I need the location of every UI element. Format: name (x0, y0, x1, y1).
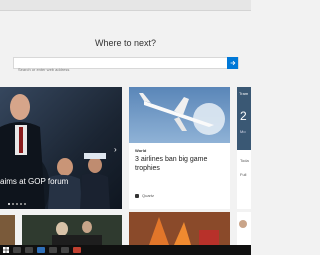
news-source: Quartz (135, 193, 154, 198)
carousel-dot[interactable] (24, 203, 26, 205)
carousel-dots[interactable] (8, 203, 26, 205)
airplane-photo (129, 87, 230, 143)
carousel-dot[interactable] (20, 203, 22, 205)
carousel-dot[interactable] (8, 203, 10, 205)
weather-temp: 2 (240, 109, 247, 123)
source-logo-icon (135, 193, 139, 198)
bottom-tile-3[interactable] (129, 212, 230, 245)
taskbar-app-icon[interactable] (13, 247, 21, 253)
search-button[interactable] (227, 57, 238, 69)
taskbar-app-icon[interactable] (37, 247, 45, 253)
news-source-label: Quartz (142, 193, 155, 198)
news-category: World (135, 148, 147, 153)
carousel-next-icon[interactable]: › (114, 145, 117, 154)
news-tile[interactable]: World 3 airlines ban big game trophies Q… (129, 87, 230, 209)
bottom-tile-2[interactable] (22, 215, 122, 245)
search-input[interactable] (14, 64, 223, 75)
taskbar-app-icon[interactable] (73, 247, 81, 253)
news-headline[interactable]: 3 airlines ban big game trophies (135, 155, 227, 173)
carousel-dot[interactable] (12, 203, 14, 205)
taskbar (0, 245, 251, 255)
carousel-dot[interactable] (16, 203, 18, 205)
windows-start-icon[interactable] (3, 247, 9, 253)
taskbar-app-icon[interactable] (61, 247, 69, 253)
forecast-full: Full (240, 172, 247, 177)
bottom-tile-1[interactable] (0, 215, 15, 245)
taskbar-app-icon[interactable] (49, 247, 57, 253)
hero-news-tile[interactable]: aims at GOP forum › (0, 87, 122, 209)
browser-top-bar (0, 0, 251, 11)
bottom-tile-4[interactable] (237, 212, 251, 245)
arrow-right-icon (230, 60, 235, 66)
hero-photo (0, 87, 122, 209)
hero-caption: aims at GOP forum (0, 177, 69, 186)
weather-forecast: Toda Full (237, 150, 251, 209)
forecast-today: Toda (240, 158, 249, 163)
page-heading: Where to next? (94, 38, 157, 48)
weather-location: Tram (239, 91, 249, 96)
weather-day: Mo (240, 129, 246, 134)
avatar (239, 220, 247, 228)
search-box[interactable] (13, 57, 239, 75)
taskbar-app-icon[interactable] (25, 247, 33, 253)
